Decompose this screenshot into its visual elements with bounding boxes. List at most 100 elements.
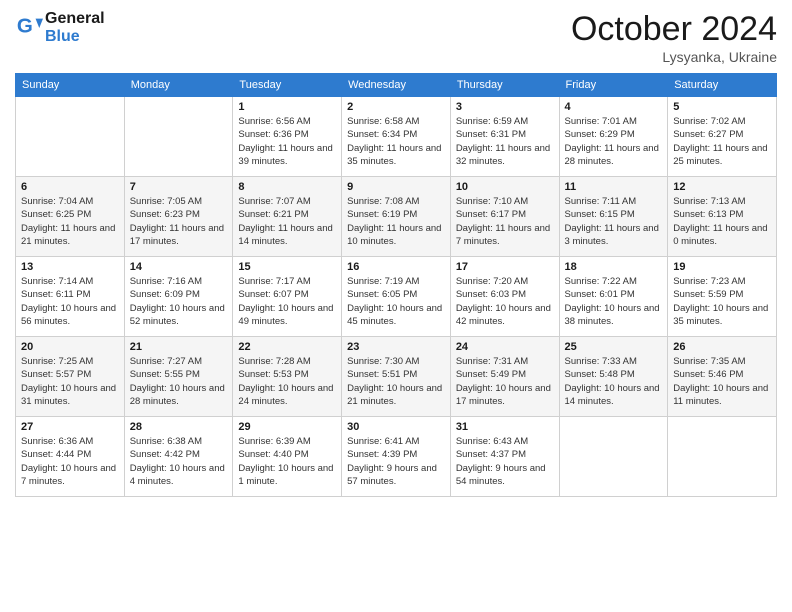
day-number: 31 [456, 421, 554, 433]
calendar-cell: 7Sunrise: 7:05 AM Sunset: 6:23 PM Daylig… [124, 177, 233, 257]
day-info: Sunrise: 7:04 AM Sunset: 6:25 PM Dayligh… [21, 195, 119, 248]
day-info: Sunrise: 7:17 AM Sunset: 6:07 PM Dayligh… [238, 275, 336, 328]
day-info: Sunrise: 7:20 AM Sunset: 6:03 PM Dayligh… [456, 275, 554, 328]
calendar-cell: 1 Sunrise: 6:56 AM Sunset: 6:36 PM Daylig… [233, 97, 342, 177]
calendar-cell [668, 417, 777, 497]
logo-icon: G [15, 14, 43, 42]
calendar-cell: 20 Sunrise: 7:25 AM Sunset: 5:57 PM Dayli… [16, 337, 125, 417]
calendar-cell: 28 Sunrise: 6:38 AM Sunset: 4:42 PM Dayli… [124, 417, 233, 497]
svg-text:G: G [17, 14, 33, 37]
calendar-cell: 25Sunrise: 7:33 AM Sunset: 5:48 PM Dayli… [559, 337, 668, 417]
title-block: October 2024 Lysyanka, Ukraine [571, 10, 777, 65]
month-title: October 2024 [571, 10, 777, 49]
calendar-table: SundayMondayTuesdayWednesdayThursdayFrid… [15, 73, 777, 497]
calendar-cell: 3 Sunrise: 6:59 AM Sunset: 6:31 PM Daylig… [450, 97, 559, 177]
calendar-week-row: 6 Sunrise: 7:04 AM Sunset: 6:25 PM Daylig… [16, 177, 777, 257]
day-number: 21 [130, 341, 228, 353]
calendar-cell: 16 Sunrise: 7:19 AM Sunset: 6:05 PM Dayli… [342, 257, 451, 337]
day-info: Sunrise: 7:07 AM Sunset: 6:21 PM Dayligh… [238, 195, 336, 248]
calendar-weekday-wednesday: Wednesday [342, 74, 451, 97]
day-number: 13 [21, 261, 119, 273]
logo-text: General Blue [45, 10, 105, 45]
calendar-week-row: 20 Sunrise: 7:25 AM Sunset: 5:57 PM Dayli… [16, 337, 777, 417]
day-number: 15 [238, 261, 336, 273]
day-info: Sunrise: 7:35 AM Sunset: 5:46 PM Dayligh… [673, 355, 771, 408]
calendar-week-row: 13 Sunrise: 7:14 AM Sunset: 6:11 PM Dayli… [16, 257, 777, 337]
day-number: 23 [347, 341, 445, 353]
calendar-cell: 17 Sunrise: 7:20 AM Sunset: 6:03 PM Dayli… [450, 257, 559, 337]
day-number: 29 [238, 421, 336, 433]
day-info: Sunrise: 7:19 AM Sunset: 6:05 PM Dayligh… [347, 275, 445, 328]
day-info: Sunrise: 6:43 AM Sunset: 4:37 PM Dayligh… [456, 435, 554, 488]
calendar-weekday-friday: Friday [559, 74, 668, 97]
calendar-cell: 11 Sunrise: 7:11 AM Sunset: 6:15 PM Dayli… [559, 177, 668, 257]
day-number: 10 [456, 181, 554, 193]
day-number: 22 [238, 341, 336, 353]
calendar-weekday-saturday: Saturday [668, 74, 777, 97]
page-header: G General Blue October 2024 Lysyanka, Uk… [15, 10, 777, 65]
day-number: 12 [673, 181, 771, 193]
day-info: Sunrise: 7:02 AM Sunset: 6:27 PM Dayligh… [673, 115, 771, 168]
day-number: 6 [21, 181, 119, 193]
day-number: 17 [456, 261, 554, 273]
day-info: Sunrise: 7:27 AM Sunset: 5:55 PM Dayligh… [130, 355, 228, 408]
day-info: Sunrise: 7:10 AM Sunset: 6:17 PM Dayligh… [456, 195, 554, 248]
calendar-cell: 4 Sunrise: 7:01 AM Sunset: 6:29 PM Daylig… [559, 97, 668, 177]
day-number: 26 [673, 341, 771, 353]
day-number: 9 [347, 181, 445, 193]
calendar-body: 1 Sunrise: 6:56 AM Sunset: 6:36 PM Daylig… [16, 97, 777, 497]
day-info: Sunrise: 6:39 AM Sunset: 4:40 PM Dayligh… [238, 435, 336, 488]
day-number: 7 [130, 181, 228, 193]
calendar-cell: 9 Sunrise: 7:08 AM Sunset: 6:19 PM Daylig… [342, 177, 451, 257]
day-info: Sunrise: 6:58 AM Sunset: 6:34 PM Dayligh… [347, 115, 445, 168]
day-number: 24 [456, 341, 554, 353]
calendar-weekday-tuesday: Tuesday [233, 74, 342, 97]
calendar-cell: 22 Sunrise: 7:28 AM Sunset: 5:53 PM Dayli… [233, 337, 342, 417]
calendar-cell: 27 Sunrise: 6:36 AM Sunset: 4:44 PM Dayli… [16, 417, 125, 497]
calendar-header-row: SundayMondayTuesdayWednesdayThursdayFrid… [16, 74, 777, 97]
day-info: Sunrise: 6:41 AM Sunset: 4:39 PM Dayligh… [347, 435, 445, 488]
day-number: 20 [21, 341, 119, 353]
logo: G General Blue [15, 10, 105, 45]
day-info: Sunrise: 7:25 AM Sunset: 5:57 PM Dayligh… [21, 355, 119, 408]
calendar-cell: 5 Sunrise: 7:02 AM Sunset: 6:27 PM Daylig… [668, 97, 777, 177]
day-number: 18 [565, 261, 663, 273]
day-number: 19 [673, 261, 771, 273]
calendar-cell: 29 Sunrise: 6:39 AM Sunset: 4:40 PM Dayli… [233, 417, 342, 497]
day-number: 28 [130, 421, 228, 433]
calendar-cell: 13 Sunrise: 7:14 AM Sunset: 6:11 PM Dayli… [16, 257, 125, 337]
day-info: Sunrise: 7:28 AM Sunset: 5:53 PM Dayligh… [238, 355, 336, 408]
day-info: Sunrise: 7:22 AM Sunset: 6:01 PM Dayligh… [565, 275, 663, 328]
day-number: 3 [456, 101, 554, 113]
day-info: Sunrise: 6:56 AM Sunset: 6:36 PM Dayligh… [238, 115, 336, 168]
calendar-cell: 6 Sunrise: 7:04 AM Sunset: 6:25 PM Daylig… [16, 177, 125, 257]
day-number: 4 [565, 101, 663, 113]
day-number: 27 [21, 421, 119, 433]
day-info: Sunrise: 6:36 AM Sunset: 4:44 PM Dayligh… [21, 435, 119, 488]
calendar-cell: 21 Sunrise: 7:27 AM Sunset: 5:55 PM Dayli… [124, 337, 233, 417]
calendar-weekday-thursday: Thursday [450, 74, 559, 97]
day-info: Sunrise: 7:31 AM Sunset: 5:49 PM Dayligh… [456, 355, 554, 408]
calendar-cell [124, 97, 233, 177]
day-info: Sunrise: 6:59 AM Sunset: 6:31 PM Dayligh… [456, 115, 554, 168]
calendar-cell: 18 Sunrise: 7:22 AM Sunset: 6:01 PM Dayli… [559, 257, 668, 337]
day-info: Sunrise: 7:30 AM Sunset: 5:51 PM Dayligh… [347, 355, 445, 408]
day-number: 1 [238, 101, 336, 113]
day-number: 16 [347, 261, 445, 273]
day-info: Sunrise: 7:01 AM Sunset: 6:29 PM Dayligh… [565, 115, 663, 168]
location-subtitle: Lysyanka, Ukraine [571, 49, 777, 65]
day-info: Sunrise: 7:23 AM Sunset: 5:59 PM Dayligh… [673, 275, 771, 328]
calendar-cell: 31 Sunrise: 6:43 AM Sunset: 4:37 PM Dayli… [450, 417, 559, 497]
day-number: 30 [347, 421, 445, 433]
day-info: Sunrise: 7:11 AM Sunset: 6:15 PM Dayligh… [565, 195, 663, 248]
day-info: Sunrise: 7:14 AM Sunset: 6:11 PM Dayligh… [21, 275, 119, 328]
calendar-cell: 23 Sunrise: 7:30 AM Sunset: 5:51 PM Dayli… [342, 337, 451, 417]
calendar-cell: 24 Sunrise: 7:31 AM Sunset: 5:49 PM Dayli… [450, 337, 559, 417]
day-info: Sunrise: 6:38 AM Sunset: 4:42 PM Dayligh… [130, 435, 228, 488]
day-number: 14 [130, 261, 228, 273]
day-number: 11 [565, 181, 663, 193]
day-info: Sunrise: 7:08 AM Sunset: 6:19 PM Dayligh… [347, 195, 445, 248]
calendar-cell [559, 417, 668, 497]
day-number: 5 [673, 101, 771, 113]
calendar-cell: 14Sunrise: 7:16 AM Sunset: 6:09 PM Dayli… [124, 257, 233, 337]
